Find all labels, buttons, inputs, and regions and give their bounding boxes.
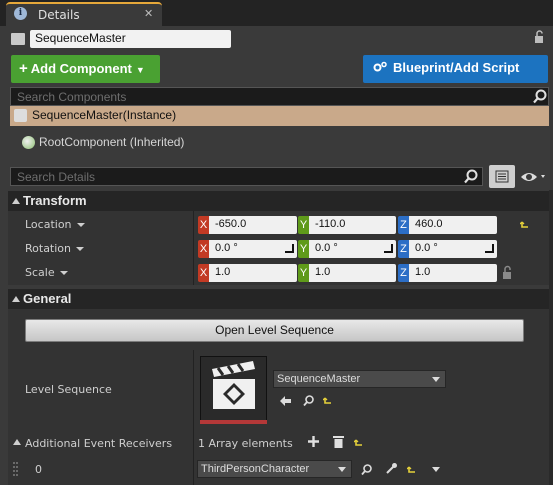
location-label[interactable]: Location xyxy=(25,218,85,231)
transform-title: Transform xyxy=(23,193,87,208)
scale-x-input[interactable]: 1.0 xyxy=(209,264,297,282)
tab-details[interactable]: i Details ✕ xyxy=(6,2,162,26)
spin-arrow-icon xyxy=(485,244,494,253)
lock-icon[interactable] xyxy=(533,30,547,44)
rotation-y-input[interactable]: 0.0 ° xyxy=(309,240,396,258)
scale-y-input[interactable]: 1.0 xyxy=(309,264,396,282)
general-category[interactable]: General xyxy=(8,289,549,309)
add-element-icon[interactable] xyxy=(308,436,319,447)
add-component-label: Add Component xyxy=(30,61,132,76)
browse-search-icon[interactable] xyxy=(360,463,373,476)
reset-to-default-icon[interactable] xyxy=(354,438,364,448)
info-icon: i xyxy=(14,7,27,20)
blueprint-add-script-button[interactable]: Blueprint/Add Script xyxy=(363,55,548,83)
scale-label-text: Scale xyxy=(25,266,55,279)
x-axis-badge: X xyxy=(198,264,209,282)
search-details-input[interactable]: Search Details xyxy=(10,167,483,186)
rotation-label[interactable]: Rotation xyxy=(25,242,85,255)
receivers-label: Additional Event Receivers xyxy=(25,437,173,450)
clapperboard-icon xyxy=(14,109,27,122)
level-sequence-value: SequenceMaster xyxy=(277,373,361,385)
y-axis-badge: Y xyxy=(298,240,309,258)
add-component-button[interactable]: + Add Component ▼ xyxy=(11,55,160,83)
reset-to-default-icon[interactable] xyxy=(407,465,417,475)
z-axis-badge: Z xyxy=(398,240,409,258)
column-divider[interactable] xyxy=(193,211,194,285)
plus-icon: + xyxy=(19,60,28,77)
component-self-label: SequenceMaster(Instance) xyxy=(32,108,177,122)
scene-component-icon xyxy=(22,136,35,149)
array-element-index: 0 xyxy=(35,463,42,476)
spin-arrow-icon xyxy=(285,244,294,253)
reset-to-default-icon[interactable] xyxy=(520,220,530,230)
receivers-count: 1 Array elements xyxy=(198,437,293,450)
collapse-arrow-icon[interactable] xyxy=(13,439,21,445)
unlock-icon[interactable] xyxy=(502,264,514,280)
gears-icon xyxy=(373,61,387,72)
x-axis-badge: X xyxy=(198,240,209,258)
eyedropper-icon[interactable] xyxy=(385,462,398,475)
element-options-chevron-icon[interactable] xyxy=(432,467,440,472)
z-axis-badge: Z xyxy=(398,216,409,234)
location-x-input[interactable]: -650.0 xyxy=(209,216,297,234)
spin-arrow-icon xyxy=(384,244,393,253)
location-label-text: Location xyxy=(25,218,72,231)
level-sequence-combo[interactable]: SequenceMaster xyxy=(273,370,446,388)
eye-icon[interactable] xyxy=(519,168,549,186)
general-title: General xyxy=(23,291,72,306)
rotation-x-value: 0.0 ° xyxy=(215,242,238,254)
asset-thumbnail[interactable] xyxy=(200,356,267,424)
clapperboard-icon xyxy=(11,33,25,45)
clapperboard-icon xyxy=(212,361,255,409)
open-level-sequence-button[interactable]: Open Level Sequence xyxy=(25,319,524,342)
rotation-z-value: 0.0 ° xyxy=(415,242,438,254)
view-options-button[interactable] xyxy=(489,165,515,188)
trash-icon[interactable] xyxy=(333,435,344,448)
reset-to-default-icon[interactable] xyxy=(323,396,333,406)
collapse-arrow-icon xyxy=(12,198,20,204)
search-components-placeholder: Search Components xyxy=(17,90,127,104)
chevron-down-icon: ▼ xyxy=(135,65,145,75)
component-root-label: RootComponent (Inherited) xyxy=(39,135,185,149)
close-icon[interactable]: ✕ xyxy=(144,7,153,20)
component-root-row[interactable]: RootComponent (Inherited) xyxy=(22,135,184,149)
event-receiver-value: ThirdPersonCharacter xyxy=(201,463,310,475)
chevron-down-icon xyxy=(432,377,440,382)
transform-category[interactable]: Transform xyxy=(8,191,549,211)
asset-type-color-bar xyxy=(200,420,267,424)
column-divider[interactable] xyxy=(193,350,194,485)
level-sequence-label: Level Sequence xyxy=(25,383,112,396)
tab-title: Details xyxy=(38,8,80,22)
search-components-input[interactable]: Search Components xyxy=(10,87,549,106)
browse-search-icon[interactable] xyxy=(302,394,315,407)
rotation-z-input[interactable]: 0.0 ° xyxy=(409,240,497,258)
location-y-input[interactable]: -110.0 xyxy=(309,216,396,234)
scale-label[interactable]: Scale xyxy=(25,266,68,279)
search-icon[interactable] xyxy=(463,168,479,185)
component-self-row[interactable]: SequenceMaster(Instance) xyxy=(10,106,549,126)
drag-handle[interactable] xyxy=(13,462,18,476)
scale-z-input[interactable]: 1.0 xyxy=(409,264,497,282)
rotation-x-input[interactable]: 0.0 ° xyxy=(209,240,297,258)
actor-name-field[interactable]: SequenceMaster xyxy=(30,30,231,48)
rotation-label-text: Rotation xyxy=(25,242,72,255)
search-details-placeholder: Search Details xyxy=(17,170,96,184)
chevron-down-icon xyxy=(59,271,68,275)
x-axis-badge: X xyxy=(198,216,209,234)
chevron-down-icon xyxy=(76,223,85,227)
y-axis-badge: Y xyxy=(298,264,309,282)
z-axis-badge: Z xyxy=(398,264,409,282)
location-z-input[interactable]: 460.0 xyxy=(409,216,497,234)
blueprint-label: Blueprint/Add Script xyxy=(393,60,520,75)
chevron-down-icon xyxy=(338,467,346,472)
rotation-y-value: 0.0 ° xyxy=(315,242,338,254)
use-selected-arrow-icon[interactable] xyxy=(279,395,292,407)
scrollbar[interactable] xyxy=(549,190,553,485)
y-axis-badge: Y xyxy=(298,216,309,234)
collapse-arrow-icon xyxy=(12,296,20,302)
event-receiver-combo[interactable]: ThirdPersonCharacter xyxy=(197,460,352,478)
search-icon[interactable] xyxy=(532,88,548,105)
list-icon xyxy=(495,170,509,183)
chevron-down-icon xyxy=(76,247,85,251)
